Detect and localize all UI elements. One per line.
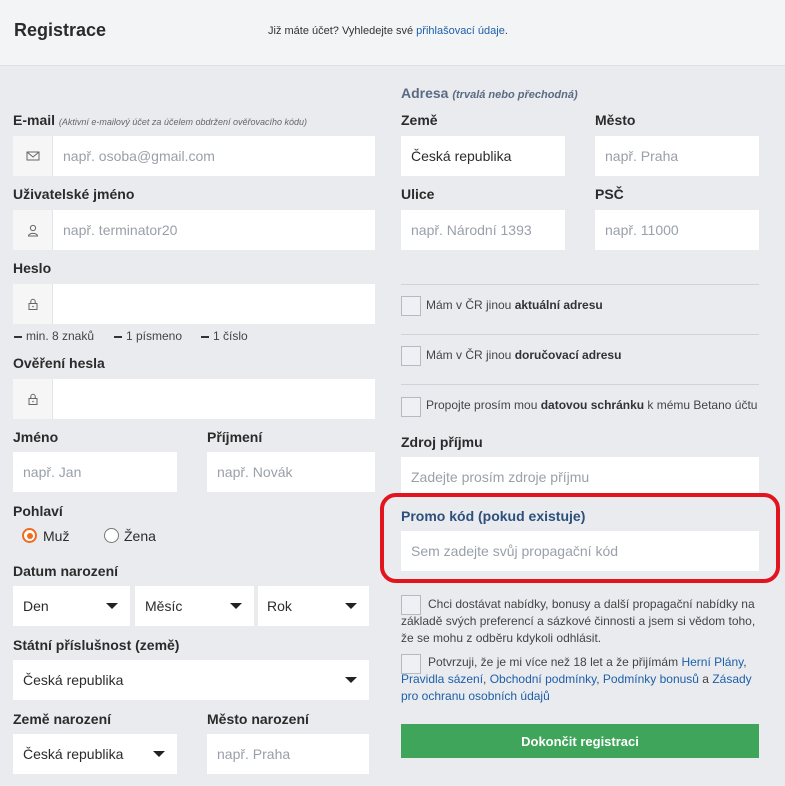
promo-code-field[interactable]: Sem zadejte svůj propagační kód xyxy=(401,531,759,571)
citizenship-label: Státní příslušnost (země) xyxy=(13,637,180,653)
chevron-down-icon xyxy=(106,603,118,609)
password-rule-letter: 1 písmeno xyxy=(114,329,182,343)
country-label: Země xyxy=(401,112,438,128)
address-title: Adresa (trvalá nebo přechodná) xyxy=(401,85,578,101)
password-label: Heslo xyxy=(13,260,52,276)
page-title: Registrace xyxy=(14,20,107,40)
birth-country-value: Česká republika xyxy=(23,746,124,762)
password-field[interactable] xyxy=(13,284,375,324)
chevron-down-icon xyxy=(345,677,357,683)
gender-label-male: Muž xyxy=(43,528,70,544)
gender-radio-male[interactable] xyxy=(22,528,37,543)
gender-radio-female[interactable] xyxy=(104,528,119,543)
other-delivery-address-checkbox[interactable] xyxy=(401,346,421,366)
street-field[interactable]: např. Národní 1393 xyxy=(401,210,565,250)
birth-day-select[interactable]: Den xyxy=(13,586,130,626)
birth-city-label: Město narození xyxy=(207,711,309,727)
birth-day-value: Den xyxy=(23,598,49,614)
street-placeholder: např. Národní 1393 xyxy=(411,222,532,238)
terms-link[interactable]: Obchodní podmínky xyxy=(490,672,597,686)
income-label: Zdroj příjmu xyxy=(401,434,483,450)
promo-label: Promo kód (pokud existuje) xyxy=(401,508,586,524)
income-field[interactable]: Zadejte prosím zdroje příjmu xyxy=(401,457,759,497)
last-name-field[interactable]: např. Novák xyxy=(207,452,375,492)
chevron-down-icon xyxy=(230,603,242,609)
email-placeholder: např. osoba@gmail.com xyxy=(63,148,215,164)
city-placeholder: např. Praha xyxy=(605,148,679,164)
birth-country-label: Země narození xyxy=(13,711,112,727)
password-confirm-label: Ověření hesla xyxy=(13,355,105,371)
age-terms-text: Potvrzuji, že je mi více než 18 let a že… xyxy=(401,655,752,703)
birth-country-select[interactable]: Česká republika xyxy=(13,734,177,774)
divider xyxy=(401,334,759,335)
divider xyxy=(401,284,759,285)
birth-city-placeholder: např. Praha xyxy=(217,746,291,762)
lock-icon xyxy=(13,379,53,419)
city-label: Město xyxy=(595,112,636,128)
birth-city-field[interactable]: např. Praha xyxy=(207,734,369,774)
game-plans-link[interactable]: Herní Plány xyxy=(681,655,743,669)
chevron-down-icon xyxy=(153,751,165,757)
username-field[interactable]: např. terminator20 xyxy=(13,210,375,250)
gender-label-female: Žena xyxy=(124,528,156,544)
envelope-icon xyxy=(13,136,53,176)
promo-placeholder: Sem zadejte svůj propagační kód xyxy=(411,543,619,559)
birth-month-select[interactable]: Měsíc xyxy=(135,586,254,626)
first-name-placeholder: např. Jan xyxy=(23,464,82,480)
lock-icon xyxy=(13,284,53,324)
password-confirm-field[interactable] xyxy=(13,379,375,419)
password-rule-digit: 1 číslo xyxy=(201,329,248,343)
country-field[interactable]: Česká republika xyxy=(401,136,565,176)
bonus-terms-link[interactable]: Podmínky bonusů xyxy=(603,672,699,686)
divider xyxy=(401,384,759,385)
last-name-label: Příjmení xyxy=(207,429,263,445)
other-current-address-checkbox[interactable] xyxy=(401,296,421,316)
betting-rules-link[interactable]: Pravidla sázení xyxy=(401,672,483,686)
data-box-checkbox[interactable] xyxy=(401,397,421,417)
birth-year-value: Rok xyxy=(267,598,292,614)
country-value: Česká republika xyxy=(411,148,512,164)
zip-label: PSČ xyxy=(595,186,624,202)
first-name-label: Jméno xyxy=(13,429,59,445)
chevron-down-icon xyxy=(345,603,357,609)
street-label: Ulice xyxy=(401,186,435,202)
submit-registration-button[interactable]: Dokončit registraci xyxy=(401,724,759,758)
password-rule-length: min. 8 znaků xyxy=(14,329,94,343)
data-box-label: Propojte prosím mou datovou schránku k m… xyxy=(426,398,758,412)
user-icon xyxy=(13,210,53,250)
username-label: Uživatelské jméno xyxy=(13,186,135,202)
income-placeholder: Zadejte prosím zdroje příjmu xyxy=(411,469,590,485)
birth-month-value: Měsíc xyxy=(145,598,183,614)
email-label: E-mail (Aktivní e-mailový účet za účelem… xyxy=(13,112,308,128)
last-name-placeholder: např. Novák xyxy=(217,464,293,480)
address-title-note: (trvalá nebo přechodná) xyxy=(452,89,578,101)
city-field[interactable]: např. Praha xyxy=(595,136,759,176)
citizenship-value: Česká republika xyxy=(23,672,124,688)
zip-placeholder: např. 11000 xyxy=(605,222,679,238)
email-note: (Aktivní e-mailový účet za účelem obdrže… xyxy=(58,117,308,127)
zip-field[interactable]: např. 11000 xyxy=(595,210,759,250)
other-delivery-address-label: Mám v ČR jinou doručovací adresu xyxy=(426,348,622,362)
username-placeholder: např. terminator20 xyxy=(63,222,178,238)
citizenship-select[interactable]: Česká republika xyxy=(13,660,369,700)
gender-label: Pohlaví xyxy=(13,503,63,519)
email-field[interactable]: např. osoba@gmail.com xyxy=(13,136,375,176)
other-current-address-label: Mám v ČR jinou aktuální adresu xyxy=(426,298,603,312)
login-link[interactable]: přihlašovací údaje xyxy=(416,25,505,37)
birth-date-label: Datum narození xyxy=(13,563,119,579)
birth-year-select[interactable]: Rok xyxy=(258,586,369,626)
first-name-field[interactable]: např. Jan xyxy=(13,452,177,492)
login-hint: Již máte účet? Vyhledejte své přihlašova… xyxy=(268,25,508,37)
marketing-consent-text: Chci dostávat nabídky, bonusy a další pr… xyxy=(401,597,756,645)
